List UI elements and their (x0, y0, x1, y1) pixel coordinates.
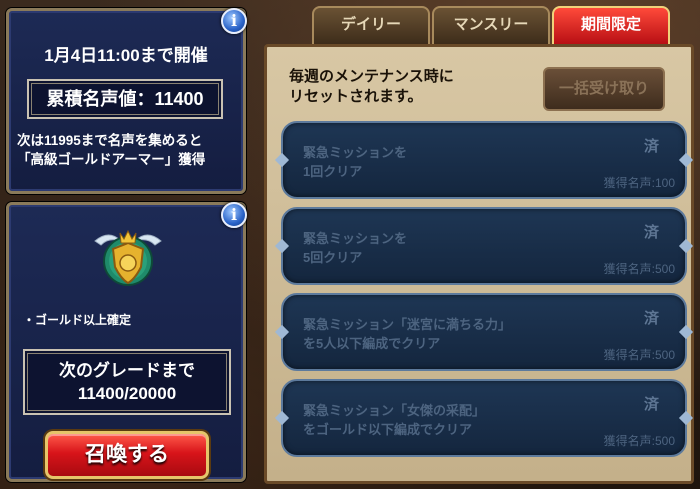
reset-notice-line2: リセットされます。 (289, 88, 423, 105)
summon-panel: i ・ゴールド以上確定 次のグレードまで 11400/20000 召喚する (6, 202, 247, 482)
mission-title-line2: をゴールド以下編成でクリア (303, 422, 473, 437)
mission-title-line2: を5人以下編成でクリア (303, 336, 441, 351)
mission-reward: 獲得名声:500 (603, 434, 675, 448)
next-grade-count: 11400/20000 (77, 384, 177, 403)
mission-reward: 獲得名声:500 (603, 262, 675, 276)
info-icon[interactable]: i (221, 202, 247, 228)
next-grade-label: 次のグレードまで (59, 361, 195, 380)
next-reward-line1: 次は11995まで名声を集めると (17, 133, 203, 148)
mission-done-status: 済 (643, 310, 659, 327)
guaranteed-gold-note: ・ゴールド以上確定 (23, 313, 132, 327)
cumulative-fame-value: 累積名声値：11400 (27, 79, 223, 119)
mission-item[interactable]: 緊急ミッションを 1回クリア 済 獲得名声:100 (281, 121, 687, 199)
next-grade-progress: 次のグレードまで 11400/20000 (23, 349, 231, 415)
mission-title-line1: 緊急ミッションを (303, 145, 408, 160)
tab-monthly[interactable]: マンスリー (432, 6, 550, 44)
mission-item[interactable]: 緊急ミッションを 5回クリア 済 獲得名声:500 (281, 207, 687, 285)
mission-title: 緊急ミッション「女傑の采配」 をゴールド以下編成でクリア (303, 401, 485, 439)
summon-button[interactable]: 召喚する (45, 431, 209, 479)
mission-title-line2: 1回クリア (303, 164, 363, 179)
mission-title-line1: 緊急ミッションを (303, 231, 408, 246)
mission-done-status: 済 (643, 224, 659, 241)
mission-item[interactable]: 緊急ミッション「迷宮に満ちる力」 を5人以下編成でクリア 済 獲得名声:500 (281, 293, 687, 371)
mission-title: 緊急ミッションを 1回クリア (303, 143, 407, 181)
gold-grade-emblem-icon (94, 229, 162, 286)
mission-title-line1: 緊急ミッション「女傑の采配」 (303, 403, 486, 418)
next-reward-line2: 「高級ゴールドアーマー」獲得 (17, 152, 206, 167)
mission-reward: 獲得名声:100 (603, 176, 675, 190)
mission-item[interactable]: 緊急ミッション「女傑の采配」 をゴールド以下編成でクリア 済 獲得名声:500 (281, 379, 687, 457)
event-info-panel: i 1月4日11:00まで開催 累積名声値：11400 次は11995まで名声を… (6, 8, 247, 194)
mission-title-line1: 緊急ミッション「迷宮に満ちる力」 (303, 317, 512, 332)
mission-title: 緊急ミッションを 5回クリア (303, 229, 407, 267)
reset-notice-line1: 毎週のメンテナンス時に (289, 68, 454, 85)
mission-reward: 獲得名声:500 (603, 348, 675, 362)
next-reward-text: 次は11995まで名声を集めると 「高級ゴールドアーマー」獲得 (17, 131, 237, 169)
mission-done-status: 済 (643, 138, 659, 155)
mission-title-line2: 5回クリア (303, 250, 363, 265)
claim-all-button[interactable]: 一括受け取り (543, 67, 665, 111)
tab-daily[interactable]: デイリー (312, 6, 430, 44)
mission-title: 緊急ミッション「迷宮に満ちる力」 を5人以下編成でクリア (303, 315, 511, 353)
mission-list-panel: 毎週のメンテナンス時に リセットされます。 一括受け取り 緊急ミッションを 1回… (264, 44, 694, 484)
mission-done-status: 済 (643, 396, 659, 413)
tab-limited-time[interactable]: 期間限定 (552, 6, 670, 44)
reset-notice: 毎週のメンテナンス時に リセットされます。 (289, 67, 454, 107)
info-icon[interactable]: i (221, 8, 247, 34)
event-period-title: 1月4日11:00まで開催 (44, 46, 208, 65)
